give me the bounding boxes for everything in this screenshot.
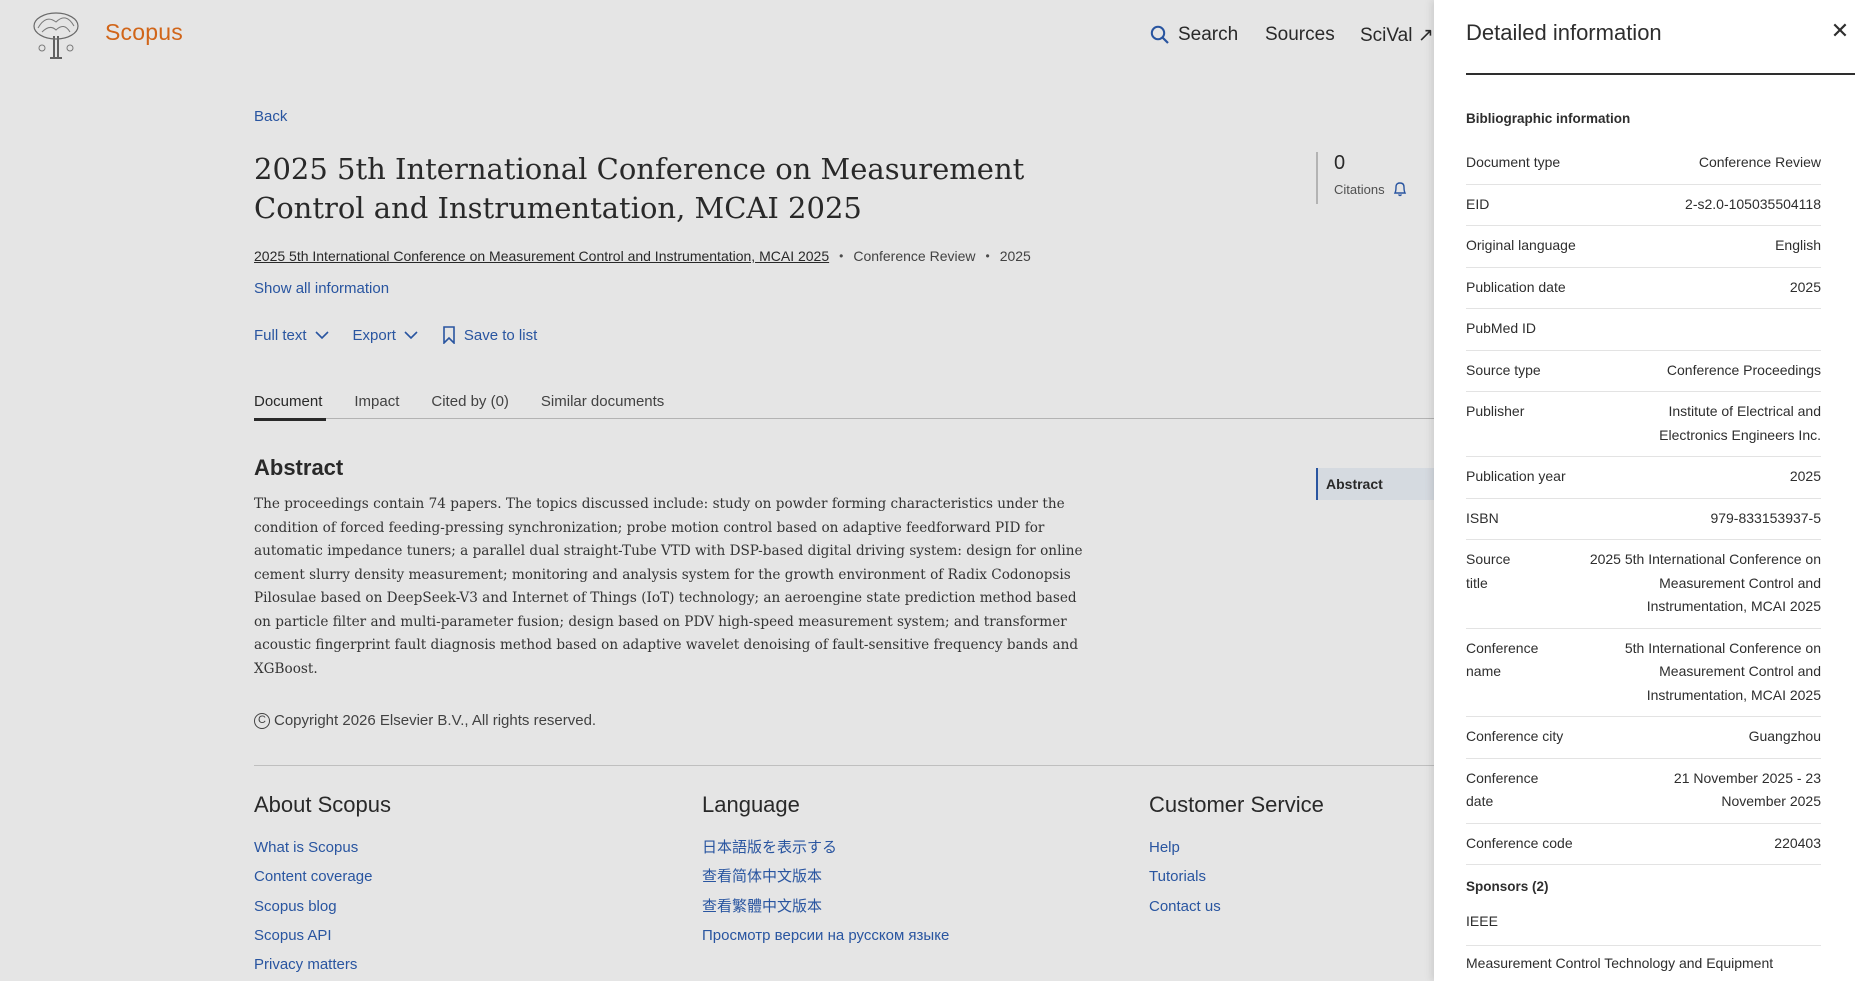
bibliographic-information-heading: Bibliographic information <box>1466 111 1631 126</box>
detail-value: Guangzhou <box>1748 728 1821 744</box>
detail-row: Original language English <box>1466 226 1821 268</box>
detail-value: 220403 <box>1774 834 1821 851</box>
detailed-information-panel: Detailed information ✕ Bibliographic inf… <box>1434 0 1855 981</box>
detail-key: PubMed ID <box>1466 320 1537 336</box>
detail-key: Conference code <box>1466 834 1573 851</box>
detail-value: 2025 5th International Conference on Mea… <box>1589 551 1821 614</box>
detail-key: Conference date <box>1466 769 1539 810</box>
detail-key: Publication date <box>1466 278 1566 295</box>
detail-row: Conference city Guangzhou <box>1466 717 1821 759</box>
detail-value: Institute of Electrical and Electronics … <box>1659 403 1821 443</box>
detail-value: 2025 <box>1789 278 1821 295</box>
detail-row: EID 2-s2.0-105035504118 <box>1466 185 1821 226</box>
panel-title: Detailed information <box>1466 20 1662 45</box>
bibliographic-rows: Document type Conference Review EID 2-s2.0… <box>1466 143 1821 865</box>
detail-key: Original language <box>1466 237 1576 253</box>
sponsor-item: Measurement Control Technology and Equip… <box>1466 955 1774 971</box>
panel-divider <box>1466 73 1855 75</box>
detail-key: ISBN <box>1466 509 1499 526</box>
detail-value: English <box>1775 237 1821 253</box>
detail-row: ISBN 979-833153937-5 <box>1466 499 1821 540</box>
detail-row: Conference code 220403 <box>1466 824 1821 865</box>
detail-row: PubMed ID <box>1466 309 1821 351</box>
modal-backdrop[interactable] <box>0 0 1434 981</box>
detail-value: Conference Review <box>1698 154 1821 170</box>
close-icon[interactable]: ✕ <box>1829 20 1851 42</box>
detail-row: Source title 2025 5th International Confe… <box>1466 540 1821 629</box>
detail-key: Conference city <box>1466 728 1564 744</box>
detail-row: Publisher Institute of Electrical and Ele… <box>1466 392 1821 457</box>
detail-value: 5th International Conference on Measurem… <box>1624 639 1821 703</box>
detail-row: Conference name 5th International Confere… <box>1466 629 1821 717</box>
detail-key: Document type <box>1466 154 1561 170</box>
detail-value: 979-833153937-5 <box>1710 509 1821 526</box>
detail-key: Source type <box>1466 361 1541 378</box>
detail-value: 21 November 2025 - 23 November 2025 <box>1673 769 1821 810</box>
sponsor-item: IEEE <box>1466 913 1821 946</box>
detail-row: Publication date 2025 <box>1466 268 1821 309</box>
detail-key: Source title <box>1466 551 1511 591</box>
detail-key: Publisher <box>1466 403 1525 419</box>
detail-key: Conference name <box>1466 639 1539 680</box>
detail-row: Publication year 2025 <box>1466 457 1821 499</box>
detail-row: Source type Conference Proceedings <box>1466 351 1821 392</box>
detail-value: Conference Proceedings <box>1666 361 1821 378</box>
detail-key: Publication year <box>1466 468 1566 484</box>
detail-row: Document type Conference Review <box>1466 143 1821 185</box>
detail-row: Conference date 21 November 2025 - 23 Nov… <box>1466 759 1821 824</box>
detail-value: 2025 <box>1789 468 1821 484</box>
detail-value: 2-s2.0-105035504118 <box>1685 195 1821 212</box>
detail-key: EID <box>1466 195 1490 212</box>
sponsors-heading: Sponsors (2) <box>1466 879 1549 894</box>
